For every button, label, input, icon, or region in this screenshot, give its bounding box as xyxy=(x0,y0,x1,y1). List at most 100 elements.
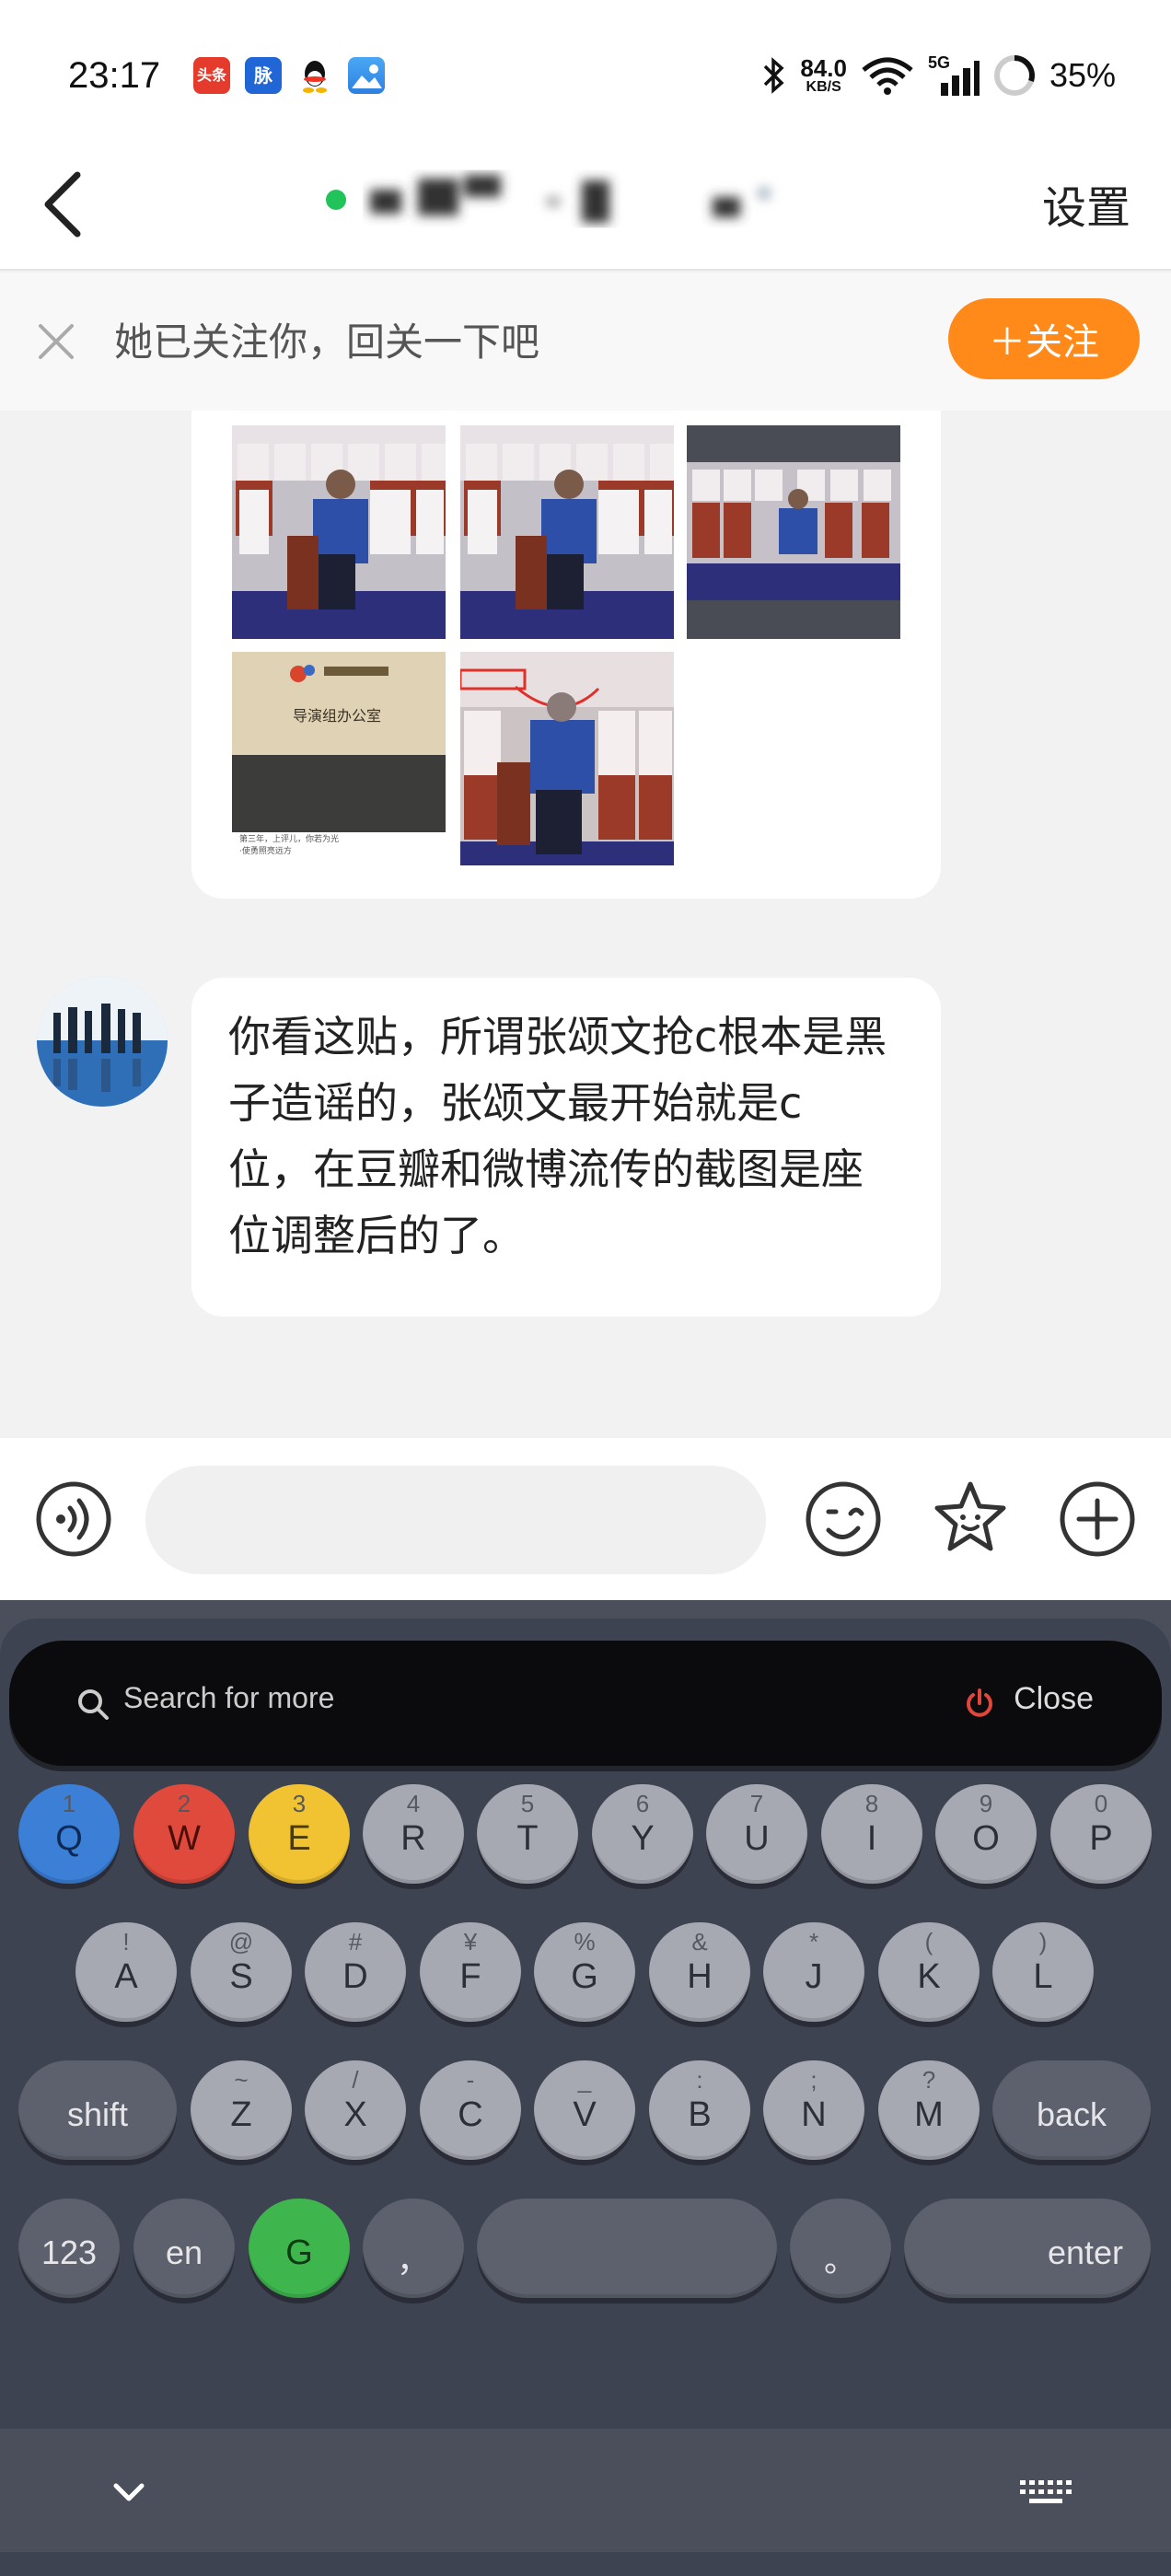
key-u[interactable]: 7U xyxy=(706,1784,807,1884)
close-banner-button[interactable] xyxy=(33,319,79,365)
network-speed-value: 84.0 xyxy=(800,54,847,82)
key-k[interactable]: (K xyxy=(878,1922,980,2022)
key-l[interactable]: ) L xyxy=(992,1922,1094,2022)
follow-button[interactable]: ＋关注 xyxy=(948,298,1140,379)
key-o-sub: 9 xyxy=(979,1790,993,1817)
key-y-sub: 6 xyxy=(635,1790,650,1817)
key-t[interactable]: 5T xyxy=(477,1784,578,1884)
key-q[interactable]: 1Q xyxy=(18,1784,120,1884)
key-backspace[interactable]: back xyxy=(992,2060,1151,2160)
voice-icon xyxy=(36,1481,111,1557)
key-r-sub: 4 xyxy=(406,1790,421,1817)
voice-input-button[interactable] xyxy=(33,1479,114,1560)
key-h[interactable]: & H xyxy=(649,1922,750,2022)
key-p[interactable]: 0P xyxy=(1050,1784,1152,1884)
chat-messages[interactable]: 导演组办公室 第三年，上评儿，你若为光·使勇照亮远方 你看这贴，所谓张颂文抢c根… xyxy=(0,411,1171,1438)
key-d-label: D xyxy=(342,1957,368,1996)
key-enter[interactable]: enter xyxy=(904,2199,1151,2298)
online-status-dot xyxy=(326,190,346,210)
key-m[interactable]: ? M xyxy=(878,2060,980,2160)
chat-photo-4[interactable]: 导演组办公室 xyxy=(232,652,446,832)
key-v-label: V xyxy=(573,2095,597,2134)
key-p-sub: 0 xyxy=(1094,1790,1108,1817)
key-language-label: en xyxy=(165,2234,203,2271)
key-numbers[interactable]: 123 xyxy=(18,2199,120,2298)
star-face-icon xyxy=(934,1481,1006,1551)
key-shift[interactable]: shift xyxy=(18,2060,177,2160)
chat-photo-1[interactable] xyxy=(232,425,446,639)
key-z[interactable]: ~ Z xyxy=(191,2060,292,2160)
chat-photo-3[interactable] xyxy=(687,425,900,639)
key-w-sub: 2 xyxy=(177,1790,191,1817)
chevron-down-icon xyxy=(113,2483,145,2501)
key-r[interactable]: 4R xyxy=(363,1784,464,1884)
key-l-label: L xyxy=(1033,1957,1053,1996)
keyboard-close-button[interactable]: Close xyxy=(1014,1681,1094,1717)
key-language[interactable]: en xyxy=(133,2199,235,2298)
key-e[interactable]: 3E xyxy=(249,1784,350,1884)
contact-name-blurred xyxy=(363,169,786,234)
key-i[interactable]: 8I xyxy=(821,1784,922,1884)
key-r-label: R xyxy=(400,1819,426,1858)
key-s[interactable]: @ S xyxy=(191,1922,292,2022)
key-i-sub: 8 xyxy=(864,1790,879,1817)
key-z-label: Z xyxy=(230,2095,252,2134)
key-u-label: U xyxy=(744,1819,770,1858)
key-w[interactable]: 2W xyxy=(133,1784,235,1884)
chat-photo-2[interactable] xyxy=(460,425,674,639)
emoji-icon xyxy=(806,1481,881,1557)
key-f[interactable]: ¥ F xyxy=(420,1922,521,2022)
key-j[interactable]: * J xyxy=(763,1922,864,2022)
key-g-shortcut[interactable]: G xyxy=(249,2199,350,2298)
keyboard-switch-button[interactable] xyxy=(1013,2469,1077,2515)
close-icon xyxy=(39,324,74,359)
key-c[interactable]: -C xyxy=(420,2060,521,2160)
key-period[interactable]: 。 xyxy=(790,2199,891,2298)
key-u-sub: 7 xyxy=(749,1790,764,1817)
key-g-label: G xyxy=(571,1957,598,1996)
key-q-label: Q xyxy=(55,1819,83,1858)
follow-back-prompt: 她已关注你，回关一下吧 xyxy=(114,319,540,365)
key-k-sub: ( xyxy=(924,1928,933,1955)
keyboard-search-bar[interactable]: Search for more Close xyxy=(9,1641,1162,1766)
battery-percent: 35% xyxy=(1049,56,1116,94)
emoji-button[interactable] xyxy=(803,1479,884,1560)
settings-button[interactable]: 设置 xyxy=(1042,171,1130,236)
follow-back-banner: 她已关注你，回关一下吧 ＋关注 xyxy=(0,273,1171,411)
key-o-label: O xyxy=(972,1819,1000,1858)
key-y[interactable]: 6Y xyxy=(592,1784,693,1884)
key-n[interactable]: ; N xyxy=(763,2060,864,2160)
hide-keyboard-button[interactable] xyxy=(101,2469,157,2515)
key-numbers-label: 123 xyxy=(41,2234,98,2271)
key-h-sub: & xyxy=(691,1928,708,1955)
key-v[interactable]: _ V xyxy=(534,2060,635,2160)
key-l-sub: ) xyxy=(1038,1928,1048,1955)
sticker-button[interactable] xyxy=(930,1479,1011,1560)
key-d[interactable]: # D xyxy=(305,1922,406,2022)
sender-avatar[interactable] xyxy=(37,976,168,1107)
key-o[interactable]: 9O xyxy=(935,1784,1037,1884)
key-comma[interactable]: ， xyxy=(363,2199,464,2298)
message-input[interactable] xyxy=(145,1466,766,1574)
key-s-label: S xyxy=(229,1957,253,1996)
network-speed-unit: KB/S xyxy=(806,79,841,95)
chat-photo-5[interactable] xyxy=(460,652,674,865)
key-v-sub: _ xyxy=(577,2066,592,2094)
battery-ring-icon xyxy=(993,55,1035,96)
key-b[interactable]: :B xyxy=(649,2060,750,2160)
key-y-label: Y xyxy=(631,1819,655,1858)
key-space[interactable] xyxy=(477,2199,777,2298)
key-b-label: B xyxy=(688,2095,712,2134)
key-enter-label: enter xyxy=(1047,2234,1123,2271)
key-e-sub: 3 xyxy=(292,1790,307,1817)
key-z-sub: ~ xyxy=(234,2066,249,2094)
maimai-icon: 脉 xyxy=(245,57,282,94)
key-g[interactable]: % G xyxy=(534,1922,635,2022)
key-s-sub: @ xyxy=(228,1928,254,1955)
key-x[interactable]: / X xyxy=(305,2060,406,2160)
text-message-bubble[interactable]: 你看这贴，所谓张颂文抢c根本是黑子造谣的，张颂文最开始就是c 位，在豆瓣和微博流… xyxy=(191,978,941,1317)
key-q-sub: 1 xyxy=(62,1790,76,1817)
key-a[interactable]: ! A xyxy=(75,1922,177,2022)
more-button[interactable] xyxy=(1057,1479,1138,1560)
back-button[interactable] xyxy=(35,166,99,243)
